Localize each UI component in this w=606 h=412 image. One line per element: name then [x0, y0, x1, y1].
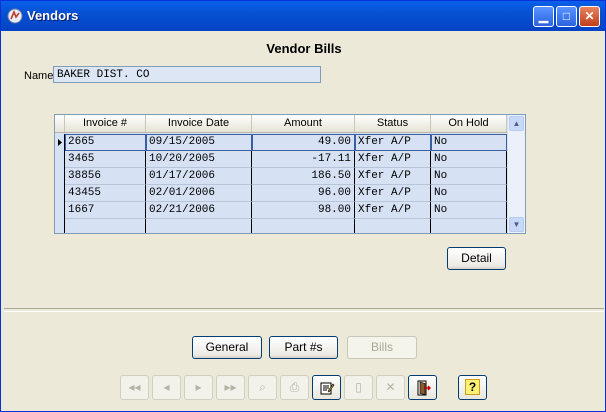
indicator-header	[55, 115, 65, 132]
maximize-icon: □	[562, 9, 571, 23]
new-document-icon: ▯	[355, 380, 362, 394]
cell-on-hold[interactable]: No	[431, 202, 507, 219]
column-header-status[interactable]: Status	[355, 115, 431, 132]
delete-button[interactable]: ✕	[376, 375, 405, 400]
table-row[interactable]: 1667 02/21/2006 98.00 Xfer A/P No	[55, 202, 507, 219]
new-record-button[interactable]: ▯	[344, 375, 373, 400]
grid-scrollbar[interactable]: ▲ ▼	[508, 115, 525, 233]
next-record-icon: ▸	[195, 380, 202, 394]
exit-button[interactable]	[408, 375, 437, 400]
cell-status[interactable]: Xfer A/P	[355, 134, 431, 151]
cell-amount[interactable]: 96.00	[252, 185, 355, 202]
cell-invoice-date[interactable]: 02/01/2006	[146, 185, 252, 202]
row-indicator	[55, 202, 65, 219]
column-header-on-hold[interactable]: On Hold	[431, 115, 507, 132]
close-button[interactable]: ✕	[579, 6, 600, 27]
row-indicator	[55, 185, 65, 202]
last-record-icon: ▸▸	[224, 380, 237, 394]
cell-invoice[interactable]: 2665	[65, 134, 146, 151]
cell-on-hold[interactable]: No	[431, 168, 507, 185]
cell-on-hold[interactable]: No	[431, 151, 507, 168]
close-icon: ✕	[584, 9, 595, 23]
edit-icon	[320, 382, 334, 395]
printer-icon: ⎙	[289, 380, 300, 394]
cell-invoice-date[interactable]: 02/21/2006	[146, 202, 252, 219]
column-header-amount[interactable]: Amount	[252, 115, 355, 132]
next-record-button[interactable]: ▸	[184, 375, 213, 400]
cell-status[interactable]: Xfer A/P	[355, 151, 431, 168]
vendors-window: Vendors ▁ □ ✕ Vendor Bills Name BAKER DI…	[0, 0, 606, 412]
part-numbers-button[interactable]: Part #s	[269, 336, 338, 359]
name-field[interactable]: BAKER DIST. CO	[53, 66, 321, 83]
cell-empty[interactable]	[355, 219, 431, 233]
cell-invoice[interactable]: 38856	[65, 168, 146, 185]
chevron-down-icon: ▼	[512, 220, 521, 229]
binoculars-icon: ⌕	[259, 380, 266, 394]
title-bar[interactable]: Vendors ▁ □ ✕	[1, 1, 605, 31]
cell-invoice[interactable]: 3465	[65, 151, 146, 168]
table-row[interactable]: 43455 02/01/2006 96.00 Xfer A/P No	[55, 185, 507, 202]
name-label: Name	[24, 70, 54, 82]
cell-amount[interactable]: 49.00	[252, 134, 355, 151]
table-row[interactable]: 3465 10/20/2005 -17.11 Xfer A/P No	[55, 151, 507, 168]
app-icon	[7, 8, 23, 24]
find-button[interactable]: ⌕	[248, 375, 277, 400]
print-button[interactable]: ⎙	[280, 375, 309, 400]
section-divider	[4, 308, 604, 312]
window-title: Vendors	[27, 8, 79, 23]
detail-button[interactable]: Detail	[447, 247, 506, 270]
bills-grid[interactable]: Invoice # Invoice Date Amount Status On …	[54, 114, 526, 234]
table-row-empty[interactable]	[55, 219, 507, 233]
column-header-invoice[interactable]: Invoice #	[65, 115, 146, 132]
scroll-down-button[interactable]: ▼	[509, 217, 524, 232]
row-indicator	[55, 134, 65, 151]
exit-door-icon	[417, 380, 431, 396]
cell-invoice[interactable]: 43455	[65, 185, 146, 202]
cell-invoice-date[interactable]: 09/15/2005	[146, 134, 252, 151]
cell-empty[interactable]	[252, 219, 355, 233]
cell-empty[interactable]	[431, 219, 507, 233]
cell-invoice-date[interactable]: 10/20/2005	[146, 151, 252, 168]
general-button[interactable]: General	[192, 336, 262, 359]
cell-on-hold[interactable]: No	[431, 185, 507, 202]
edit-button[interactable]	[312, 375, 341, 400]
cell-amount[interactable]: 98.00	[252, 202, 355, 219]
last-record-button[interactable]: ▸▸	[216, 375, 245, 400]
help-button[interactable]: ?	[458, 375, 487, 400]
cell-amount[interactable]: -17.11	[252, 151, 355, 168]
chevron-up-icon: ▲	[512, 119, 521, 128]
current-row-arrow-icon	[58, 139, 62, 146]
first-record-icon: ◂◂	[128, 380, 141, 394]
form-content: Vendor Bills Name BAKER DIST. CO Invoice…	[4, 31, 604, 410]
minimize-button[interactable]: ▁	[533, 6, 554, 27]
table-row[interactable]: 2665 09/15/2005 49.00 Xfer A/P No	[55, 134, 507, 151]
cell-status[interactable]: Xfer A/P	[355, 185, 431, 202]
previous-record-icon: ◂	[163, 380, 170, 394]
cell-amount[interactable]: 186.50	[252, 168, 355, 185]
minimize-icon: ▁	[538, 9, 549, 23]
maximize-button[interactable]: □	[556, 6, 577, 27]
grid-header: Invoice # Invoice Date Amount Status On …	[55, 115, 507, 133]
delete-icon: ✕	[385, 380, 396, 394]
page-title: Vendor Bills	[266, 41, 342, 56]
scroll-up-button[interactable]: ▲	[509, 116, 524, 131]
cell-empty[interactable]	[65, 219, 146, 233]
help-icon: ?	[464, 379, 481, 395]
cell-status[interactable]: Xfer A/P	[355, 202, 431, 219]
row-indicator	[55, 151, 65, 168]
bills-button[interactable]: Bills	[347, 336, 417, 359]
cell-invoice[interactable]: 1667	[65, 202, 146, 219]
cell-invoice-date[interactable]: 01/17/2006	[146, 168, 252, 185]
cell-on-hold[interactable]: No	[431, 134, 507, 151]
previous-record-button[interactable]: ◂	[152, 375, 181, 400]
table-row[interactable]: 38856 01/17/2006 186.50 Xfer A/P No	[55, 168, 507, 185]
row-indicator	[55, 219, 65, 233]
cell-empty[interactable]	[146, 219, 252, 233]
cell-status[interactable]: Xfer A/P	[355, 168, 431, 185]
row-indicator	[55, 168, 65, 185]
first-record-button[interactable]: ◂◂	[120, 375, 149, 400]
column-header-invoice-date[interactable]: Invoice Date	[146, 115, 252, 132]
